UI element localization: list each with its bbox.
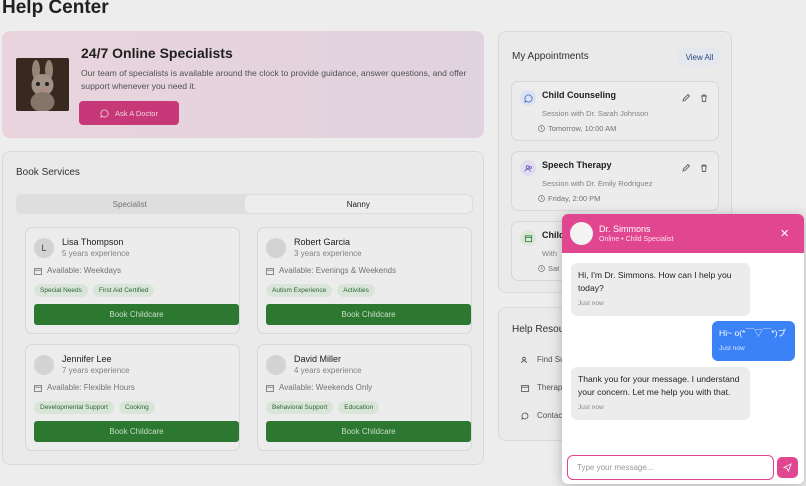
send-button[interactable] — [777, 457, 798, 478]
message-time: Just now — [719, 345, 745, 352]
send-icon — [783, 463, 792, 472]
close-icon[interactable]: ✕ — [780, 227, 789, 240]
avatar — [570, 222, 593, 245]
chat-message-bot: Thank you for your message. I understand… — [571, 367, 750, 420]
chat-doctor-name: Dr. Simmons — [599, 224, 651, 234]
chat-message-bot: Hi, I'm Dr. Simmons. How can I help you … — [571, 263, 750, 316]
message-time: Just now — [578, 300, 604, 307]
chat-message-input[interactable]: Type your message... — [567, 455, 774, 480]
chat-doctor-status: Online • Child Specialist — [599, 236, 674, 243]
chat-message-user: Hi~ o(*￣▽￣*)ブ Just now — [712, 321, 795, 361]
chat-window: Dr. Simmons Online • Child Specialist ✕ … — [562, 214, 804, 484]
chat-header: Dr. Simmons Online • Child Specialist ✕ — [562, 214, 804, 253]
message-time: Just now — [578, 404, 604, 411]
